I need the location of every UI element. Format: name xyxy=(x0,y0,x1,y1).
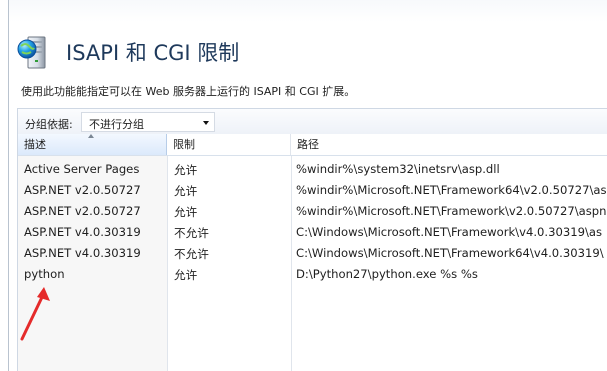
table-row[interactable]: ASP.NET v2.0.50727 允许 %windir%\Microsoft… xyxy=(18,180,607,201)
table-header-row: 描述 限制 路径 xyxy=(18,134,607,156)
grouping-toolbar: 分组依据: 不进行分组 xyxy=(17,108,607,134)
table-row[interactable]: ASP.NET v2.0.50727 允许 %windir%\Microsoft… xyxy=(18,201,607,222)
row-restriction: 允许 xyxy=(174,163,198,177)
column-header-restriction[interactable]: 限制 xyxy=(167,134,291,155)
panel-top-band xyxy=(9,0,607,22)
column-header-label: 路径 xyxy=(297,138,319,151)
column-header-label: 限制 xyxy=(173,138,195,151)
page-title: ISAPI 和 CGI 限制 xyxy=(66,41,240,65)
group-by-value: 不进行分组 xyxy=(89,118,144,131)
row-description: ASP.NET v2.0.50727 xyxy=(24,204,141,218)
row-restriction: 不允许 xyxy=(174,226,209,240)
group-by-select[interactable]: 不进行分组 xyxy=(81,112,215,132)
row-path: %windir%\Microsoft.NET\Framework64\v2.0.… xyxy=(296,183,607,197)
table-row[interactable]: ASP.NET v4.0.30319 不允许 C:\Windows\Micros… xyxy=(18,243,607,264)
column-header-label: 描述 xyxy=(24,138,46,151)
row-restriction: 允许 xyxy=(174,184,198,198)
globe-server-icon xyxy=(17,36,46,69)
row-description: python xyxy=(24,267,65,281)
column-header-path[interactable]: 路径 xyxy=(291,134,607,155)
row-restriction: 允许 xyxy=(174,268,198,282)
table-row[interactable]: ASP.NET v4.0.30319 不允许 C:\Windows\Micros… xyxy=(18,222,607,243)
row-restriction: 允许 xyxy=(174,205,198,219)
feature-description: 使用此功能能指定可以在 Web 服务器上运行的 ISAPI 和 CGI 扩展。 xyxy=(21,85,356,98)
row-description: ASP.NET v4.0.30319 xyxy=(24,225,141,239)
extensions-table: 描述 限制 路径 Active Server Pages 允许 %windir%… xyxy=(17,134,607,371)
table-row[interactable]: Active Server Pages 允许 %windir%\system32… xyxy=(18,159,607,180)
red-arrow-icon xyxy=(20,287,50,341)
row-path: C:\Windows\Microsoft.NET\Framework\v4.0.… xyxy=(296,225,602,239)
row-description: Active Server Pages xyxy=(24,162,140,176)
row-path: %windir%\system32\inetsrv\asp.dll xyxy=(296,162,500,176)
chevron-down-icon xyxy=(203,121,209,125)
row-path: D:\Python27\python.exe %s %s xyxy=(296,267,478,281)
table-row[interactable]: python 允许 D:\Python27\python.exe %s %s xyxy=(18,264,607,285)
sort-ascending-icon xyxy=(88,134,94,138)
row-path: C:\Windows\Microsoft.NET\Framework64\v4.… xyxy=(296,246,604,260)
row-restriction: 不允许 xyxy=(174,247,209,261)
row-description: ASP.NET v2.0.50727 xyxy=(24,183,141,197)
group-by-label: 分组依据: xyxy=(25,118,73,131)
row-path: %windir%\Microsoft.NET\Framework\v2.0.50… xyxy=(296,204,607,218)
row-description: ASP.NET v4.0.30319 xyxy=(24,246,141,260)
column-header-description[interactable]: 描述 xyxy=(18,134,167,155)
